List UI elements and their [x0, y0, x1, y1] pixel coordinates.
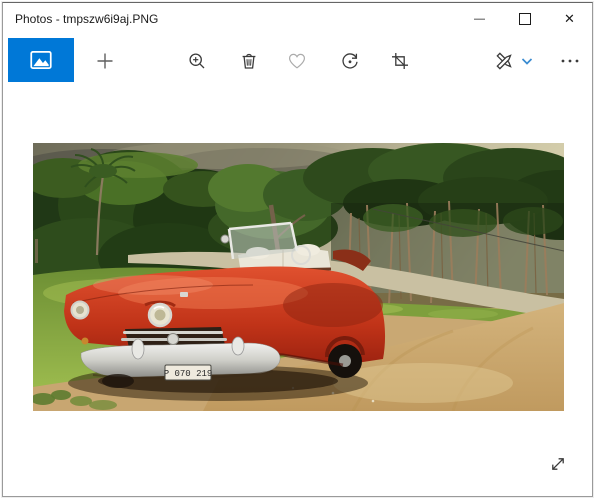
photo: P 070 219	[33, 143, 564, 411]
image-mountain-icon	[30, 51, 52, 69]
crop-icon	[392, 53, 408, 69]
titlebar[interactable]: Photos - tmpszw6i9aj.PNG — ✕	[3, 3, 592, 35]
minimize-button[interactable]: —	[457, 3, 502, 35]
ellipsis-icon	[561, 59, 579, 63]
crop-button[interactable]	[382, 43, 418, 79]
window-title: Photos - tmpszw6i9aj.PNG	[15, 12, 159, 26]
toolbar	[3, 35, 592, 87]
plus-icon	[97, 53, 113, 69]
caption-buttons: — ✕	[457, 3, 592, 35]
trash-icon	[242, 53, 256, 69]
favorite-button[interactable]	[279, 43, 315, 79]
zoom-button[interactable]	[179, 43, 215, 79]
close-icon: ✕	[564, 11, 575, 26]
maximize-icon	[518, 13, 531, 25]
photo-viewer[interactable]: P 070 219	[33, 143, 564, 411]
license-plate: P 070 219	[164, 364, 213, 381]
minimize-icon: —	[474, 13, 485, 25]
edit-create-button[interactable]	[485, 43, 541, 79]
add-button[interactable]	[87, 43, 123, 79]
license-plate-text: P 070 219	[164, 369, 213, 379]
crossed-pencils-icon	[496, 52, 512, 70]
delete-button[interactable]	[231, 43, 267, 79]
maximize-button[interactable]	[502, 3, 547, 35]
photos-app-window: Photos - tmpszw6i9aj.PNG — ✕ P 070 219	[2, 2, 593, 497]
fullscreen-button[interactable]	[543, 449, 573, 479]
heart-icon	[288, 53, 306, 69]
collection-button[interactable]	[8, 38, 74, 82]
magnifier-plus-icon	[189, 53, 205, 69]
rotate-icon	[342, 53, 358, 69]
chevron-down-icon	[521, 57, 533, 65]
rotate-button[interactable]	[332, 43, 368, 79]
see-more-button[interactable]	[552, 43, 588, 79]
close-button[interactable]: ✕	[547, 3, 592, 35]
diagonal-resize-icon	[552, 458, 564, 470]
